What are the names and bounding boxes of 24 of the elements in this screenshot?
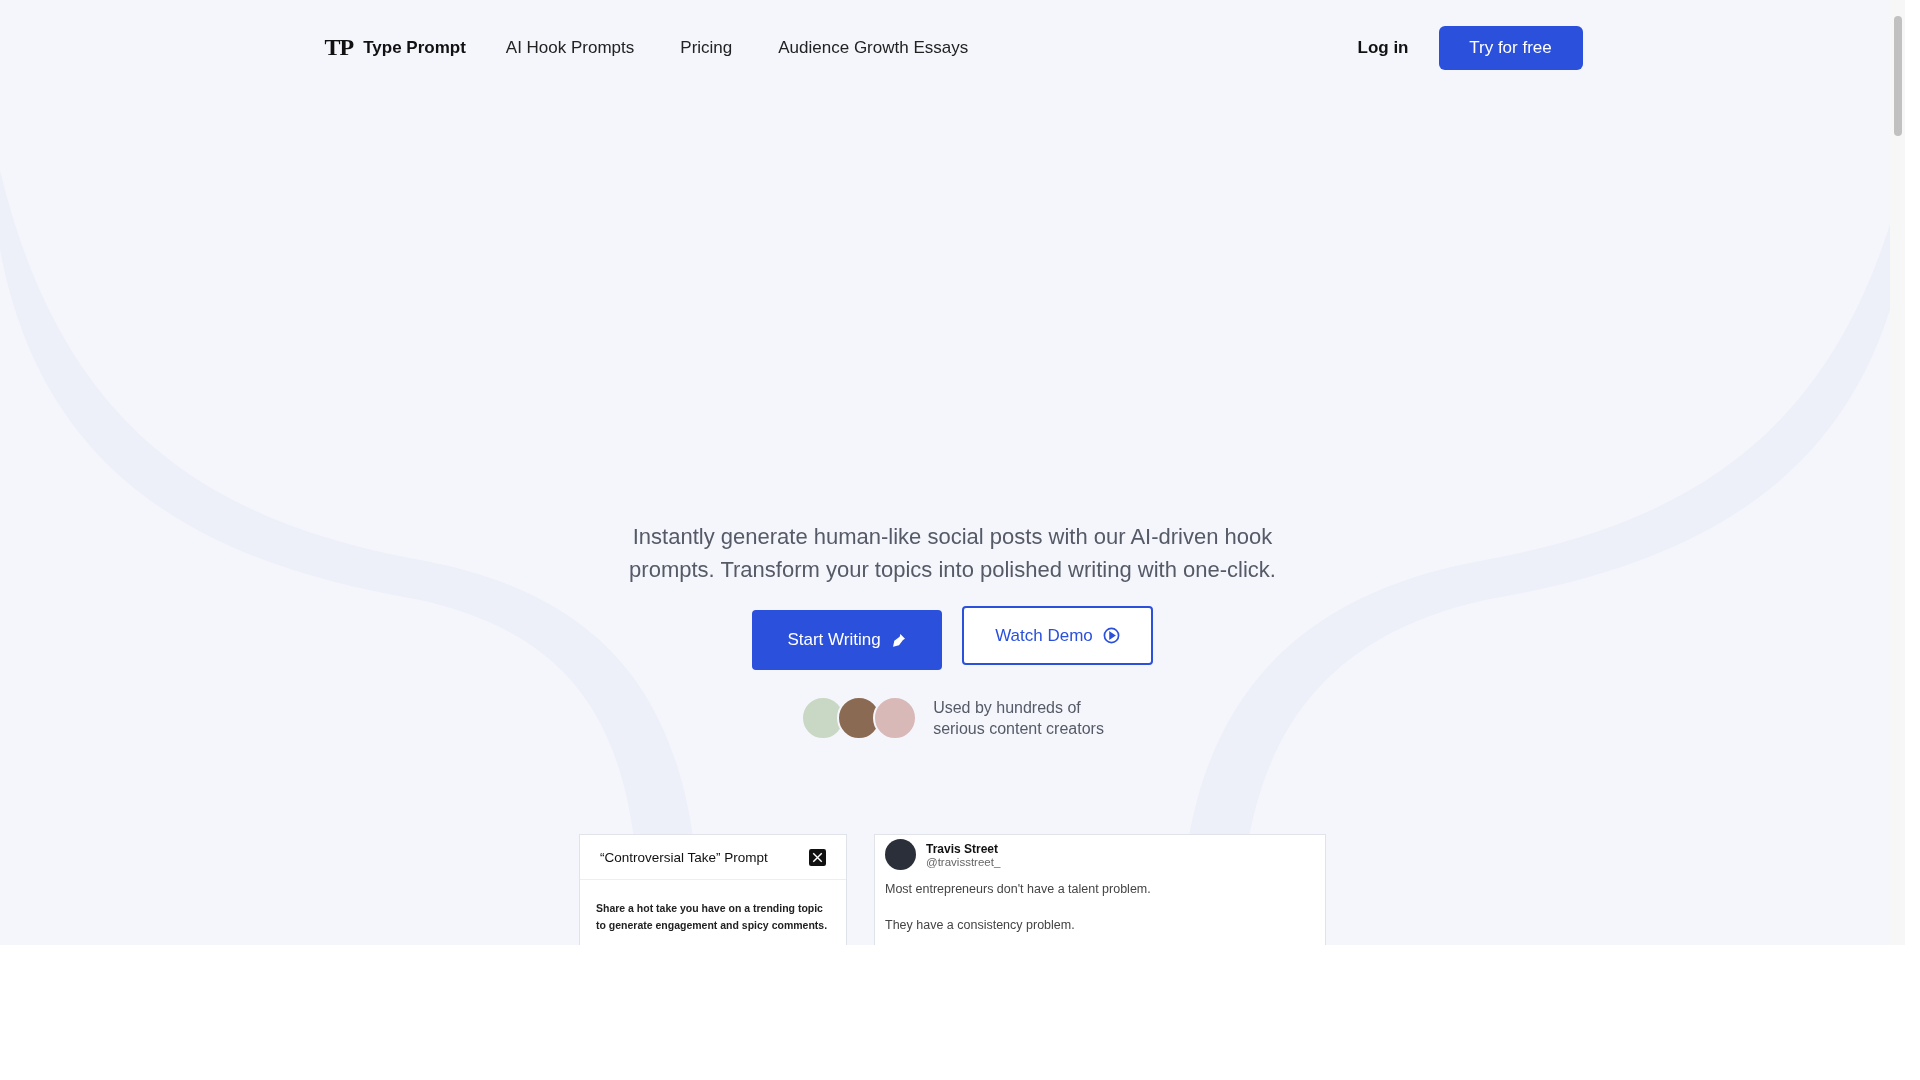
scrollbar-thumb[interactable] [1894,16,1902,136]
post-author: Travis Street [926,841,1000,856]
nav-link[interactable]: Pricing [680,37,733,58]
login-link[interactable]: Log in [1357,37,1409,58]
prompt-description: Share a hot take you have on a trending topic to generate engagement and spicy comments. [595,901,829,933]
x-logo-icon [809,848,826,866]
logo-name[interactable]: Type Prompt [363,37,466,58]
watch-demo-button[interactable]: Watch Demo [962,606,1153,665]
nav-link[interactable]: Audience Growth Essays [778,37,969,58]
post-handle: @travisstreet_ [926,855,1001,868]
hero-description: Instantly generate human-like social posts with our AI-driven hook prompts. Transform your topics into polished writing with one-click. [628,523,1277,584]
nav-link[interactable]: AI Hook Prompts [505,37,635,58]
pen-icon [890,632,907,648]
start-writing-button[interactable]: Start Writing [752,610,942,670]
post-text: Most entrepreneurs don't have a talent problem. [885,882,1152,896]
post-text: They have a consistency problem. [885,918,1076,932]
social-proof-text: Used by hundreds of [933,698,1082,718]
scrollbar[interactable] [1890,0,1905,945]
try-free-button[interactable]: Try for free [1438,25,1583,70]
prompt-title: “Controversial Take” Prompt [600,849,768,865]
play-icon [1102,627,1120,644]
logo-mark[interactable]: TP [322,34,356,61]
social-proof-text: serious content creators [933,719,1104,739]
photo-placeholder [885,839,916,870]
